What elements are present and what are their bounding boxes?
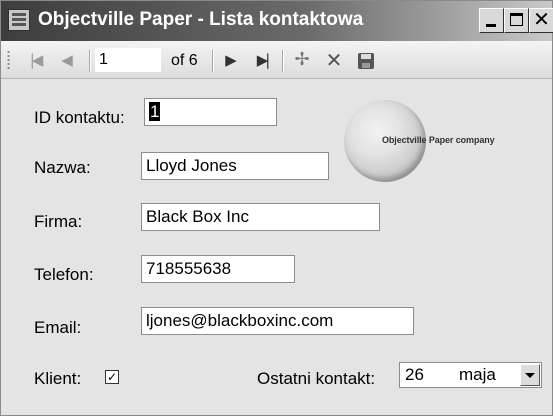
phone-field[interactable]: 718555638 — [141, 255, 295, 283]
last-contact-label: Ostatni kontakt: — [257, 369, 376, 388]
logo-text: Objectville Paper company — [382, 135, 495, 145]
delete-icon[interactable]: ✕ — [323, 49, 345, 71]
maximize-button[interactable] — [504, 8, 529, 33]
email-field[interactable]: ljones@blackboxinc.com — [141, 307, 414, 335]
toolbar-separator — [212, 50, 214, 72]
maximize-icon — [510, 13, 523, 26]
save-icon[interactable] — [358, 53, 374, 69]
close-button[interactable]: ✕ — [529, 8, 553, 33]
toolbar-grip[interactable] — [7, 50, 10, 70]
id-label: ID kontaktu: — [34, 108, 125, 127]
add-new-icon[interactable]: ✢ — [291, 49, 313, 71]
contact-list-window: Objectville Paper - Lista kontaktowa ✕ |… — [0, 0, 553, 416]
move-last-icon[interactable]: ▶| — [250, 49, 274, 71]
record-count-label: of 6 — [171, 52, 198, 69]
toolbar-separator — [282, 50, 284, 72]
last-contact-date-picker[interactable]: 26 maja — [399, 362, 542, 388]
id-value: 1 — [149, 102, 161, 121]
date-dropdown-button[interactable] — [520, 364, 540, 386]
move-first-icon[interactable]: |◀ — [23, 49, 47, 71]
company-field[interactable]: Black Box Inc — [141, 203, 380, 231]
date-day[interactable]: 26 — [405, 365, 424, 385]
client-checkbox[interactable]: ✓ — [105, 370, 119, 384]
app-icon[interactable] — [8, 9, 30, 31]
title-bar[interactable]: Objectville Paper - Lista kontaktowa ✕ — [1, 1, 553, 41]
toolbar-separator — [89, 50, 91, 72]
minimize-button[interactable] — [479, 8, 504, 33]
position-input[interactable]: 1 — [95, 48, 161, 72]
move-next-icon[interactable]: ▶ — [221, 49, 241, 71]
binding-navigator-toolbar: |◀ ◀ 1 of 6 ▶ ▶| ✢ ✕ — [1, 41, 552, 79]
email-label: Email: — [34, 318, 82, 337]
minimize-icon — [486, 24, 496, 27]
name-field[interactable]: Lloyd Jones — [141, 152, 329, 180]
date-month[interactable]: maja — [459, 365, 496, 385]
name-label: Nazwa: — [34, 158, 91, 177]
client-label: Klient: — [34, 369, 82, 388]
phone-label: Telefon: — [34, 265, 94, 284]
company-label: Firma: — [34, 212, 83, 231]
window-title: Objectville Paper - Lista kontaktowa — [38, 9, 364, 30]
move-previous-icon[interactable]: ◀ — [57, 49, 77, 71]
id-field[interactable]: 1 — [144, 98, 277, 126]
